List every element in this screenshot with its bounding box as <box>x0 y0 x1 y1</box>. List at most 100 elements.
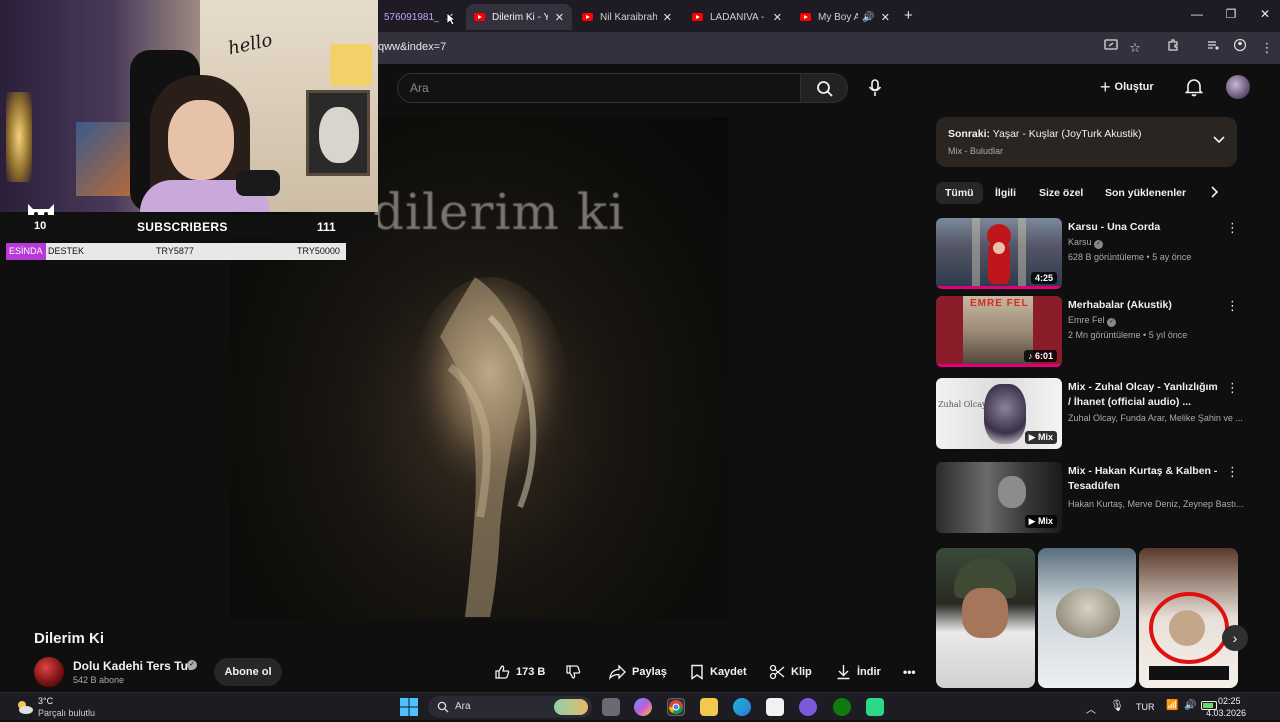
weather-description[interactable]: Parçalı bulutlu <box>38 708 95 718</box>
close-window-button[interactable]: ✕ <box>1248 7 1280 21</box>
recommendation-item[interactable]: 4:25 Karsu - Una Corda Karsu ✓ 628 B gör… <box>936 218 1239 294</box>
chip-recent[interactable]: Son yüklenenler <box>1096 182 1195 204</box>
store-icon[interactable] <box>766 698 784 716</box>
subscribe-button[interactable]: Abone ol <box>214 658 282 686</box>
tab-close-icon[interactable]: ✕ <box>875 11 890 24</box>
clock-date[interactable]: 4.03.2026 <box>1206 708 1246 718</box>
extensions-icon[interactable] <box>1163 38 1183 58</box>
task-view-icon[interactable] <box>602 698 620 716</box>
media-control-icon[interactable] <box>1203 38 1223 58</box>
cast-icon[interactable] <box>1101 38 1121 58</box>
microphone-icon <box>868 79 882 96</box>
video-thumbnail[interactable]: ▶ Mix <box>936 462 1062 533</box>
like-button[interactable]: 173 B <box>494 660 545 684</box>
create-button[interactable]: + Oluştur <box>1100 75 1154 99</box>
download-label: İndir <box>857 666 881 678</box>
video-thumbnail[interactable]: Zuhal Olcay ▶ Mix <box>936 378 1062 449</box>
channel-name[interactable]: Dolu Kadehi Ters Tut <box>73 659 192 673</box>
save-button[interactable]: Kaydet <box>690 660 747 684</box>
tab-close-icon[interactable]: ✕ <box>549 11 564 24</box>
recommendation-meta: Hakan Kurtaş, Merve Deniz, Zeynep Bastı.… <box>1068 499 1244 509</box>
wifi-icon[interactable]: 📶 <box>1166 700 1178 711</box>
recommendation-channel: Karsu ✓ <box>1068 237 1104 249</box>
chevron-down-icon[interactable] <box>1213 133 1225 147</box>
chip-for-you[interactable]: Size özel <box>1030 182 1092 204</box>
recommendation-item[interactable]: Zuhal Olcay ▶ Mix Mix - Zuhal Olcay - Ya… <box>936 378 1243 454</box>
duration-text: 6:01 <box>1034 351 1053 361</box>
watch-progress-bar <box>936 286 1062 289</box>
restore-button[interactable]: ❐ <box>1214 7 1248 21</box>
copilot-icon[interactable] <box>634 698 652 716</box>
tab-title: 576091981_8 <box>384 11 439 23</box>
video-thumbnail[interactable]: EMRE FEL ♪ 6:01 <box>936 296 1062 367</box>
recommendation-title[interactable]: Karsu - Una Corda <box>1068 220 1218 235</box>
thumbnail-art <box>998 476 1026 508</box>
tab-2-active[interactable]: Dilerim Ki - Yo ✕ <box>466 4 572 30</box>
clip-label: Klip <box>791 666 812 678</box>
clip-button[interactable]: Klip <box>769 660 812 684</box>
minimize-button[interactable]: — <box>1180 7 1214 21</box>
weather-temperature[interactable]: 3°C <box>38 696 53 706</box>
bookmark-star-icon[interactable]: ☆ <box>1125 38 1145 58</box>
recommendation-title[interactable]: Mix - Hakan Kurtaş & Kalben - Tesadüfen <box>1068 464 1218 494</box>
language-indicator[interactable]: TUR <box>1136 702 1155 712</box>
recommendation-item[interactable]: ▶ Mix Mix - Hakan Kurtaş & Kalben - Tesa… <box>936 462 1244 538</box>
more-options-icon[interactable]: ⋮ <box>1226 464 1239 480</box>
share-button[interactable]: Paylaş <box>609 660 667 684</box>
more-options-icon[interactable]: ⋮ <box>1226 220 1239 236</box>
video-title: Dilerim Ki <box>34 630 105 647</box>
new-tab-button[interactable]: + <box>904 7 913 24</box>
windows-start-icon[interactable] <box>400 698 418 721</box>
search-box[interactable]: Ara <box>397 73 801 103</box>
chip-all[interactable]: Tümü <box>936 182 983 204</box>
video-thumbnail[interactable]: 4:25 <box>936 218 1062 289</box>
tray-chevron-icon[interactable]: ︿ <box>1086 701 1096 716</box>
recommendation-item[interactable]: EMRE FEL ♪ 6:01 Merhabalar (Akustik) Emr… <box>936 296 1239 372</box>
volume-icon[interactable]: 🔊 <box>1184 700 1196 711</box>
up-next-song: Yaşar - Kuşlar (JoyTurk Akustik) <box>992 128 1142 140</box>
speaker-icon[interactable]: 🔊 <box>862 12 874 23</box>
short-thumbnail[interactable] <box>1139 548 1238 688</box>
microphone-tray-icon[interactable]: 🎙 <box>1110 699 1124 712</box>
menu-kebab-icon[interactable]: ⋮ <box>1257 38 1277 58</box>
file-explorer-icon[interactable] <box>700 698 718 716</box>
recommendation-title[interactable]: Merhabalar (Akustik) <box>1068 298 1218 313</box>
chip-scroll-right-icon[interactable] <box>1211 185 1219 201</box>
tab-3[interactable]: Nil Karaibrahi ✕ <box>574 4 680 30</box>
search-placeholder: Ara <box>410 81 429 95</box>
app-icon-green[interactable] <box>866 698 884 716</box>
tab-close-icon[interactable]: ✕ <box>657 11 672 24</box>
profile-icon[interactable] <box>1230 38 1250 58</box>
recommendation-title[interactable]: Mix - Zuhal Olcay - Yanlızlığım / İhanet… <box>1068 380 1218 410</box>
weather-cloud-icon[interactable] <box>14 697 34 717</box>
tab-close-icon[interactable]: ✕ <box>767 11 782 24</box>
chrome-app-icon[interactable] <box>667 698 685 716</box>
subscriber-goal-start: 10 <box>34 220 47 232</box>
more-options-icon[interactable]: ⋮ <box>1226 298 1239 314</box>
chip-related[interactable]: İlgili <box>986 182 1025 204</box>
user-avatar[interactable] <box>1226 75 1250 99</box>
shorts-next-button[interactable]: › <box>1222 625 1248 651</box>
notifications-bell-icon[interactable] <box>1184 77 1204 102</box>
search-button[interactable] <box>800 73 848 103</box>
app-icon[interactable] <box>799 698 817 716</box>
subscriber-goal-title: SUBSCRIBERS <box>137 220 228 234</box>
tab-5[interactable]: My Boy A 🔊 ✕ <box>792 4 898 30</box>
download-button[interactable]: İndir <box>836 660 881 684</box>
dislike-button[interactable] <box>565 660 587 684</box>
taskbar-search[interactable]: Ara <box>428 696 592 718</box>
short-thumbnail[interactable] <box>936 548 1035 688</box>
more-actions-button[interactable]: ••• <box>903 660 916 684</box>
tab-4[interactable]: LADANIVA - S ✕ <box>684 4 790 30</box>
more-options-icon[interactable]: ⋮ <box>1226 380 1239 396</box>
voice-search-button[interactable] <box>859 73 891 103</box>
url-text[interactable]: qww&index=7 <box>378 41 446 53</box>
short-thumbnail[interactable] <box>1038 548 1136 688</box>
edge-icon[interactable] <box>733 698 751 716</box>
xbox-icon[interactable] <box>833 698 851 716</box>
channel-avatar[interactable] <box>34 657 64 687</box>
donation-label: DESTEK <box>48 246 85 256</box>
share-arrow-icon <box>609 664 626 680</box>
clock-time[interactable]: 02:25 <box>1218 696 1241 706</box>
up-next-card[interactable]: Sonraki: Yaşar - Kuşlar (JoyTurk Akustik… <box>936 117 1237 167</box>
